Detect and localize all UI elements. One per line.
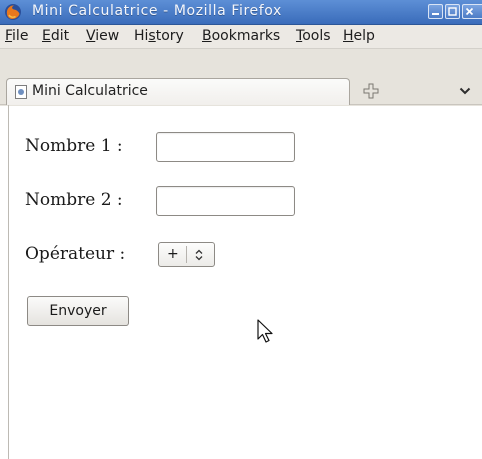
- window-titlebar[interactable]: Mini Calculatrice - Mozilla Firefox: [0, 0, 482, 25]
- minimize-icon: [432, 13, 439, 15]
- page-icon: [15, 85, 27, 99]
- nombre2-input[interactable]: [156, 186, 295, 216]
- firefox-icon: [5, 4, 21, 20]
- chevron-down-icon[interactable]: [458, 84, 472, 98]
- operateur-label: Opérateur :: [25, 244, 126, 264]
- menu-file[interactable]: File: [5, 28, 28, 44]
- tab-mini-calculatrice[interactable]: Mini Calculatrice: [6, 78, 350, 105]
- menu-view[interactable]: View: [86, 28, 119, 44]
- operator-select[interactable]: +: [158, 242, 215, 267]
- envoyer-button[interactable]: Envoyer: [27, 296, 129, 326]
- mouse-cursor-icon: [257, 319, 273, 343]
- close-button[interactable]: [462, 4, 482, 19]
- close-icon: [465, 7, 474, 16]
- select-divider: [186, 246, 187, 263]
- maximize-button[interactable]: [445, 4, 460, 19]
- menu-tools[interactable]: Tools: [296, 28, 331, 44]
- minimize-button[interactable]: [428, 4, 443, 19]
- window-title: Mini Calculatrice - Mozilla Firefox: [32, 3, 282, 19]
- plus-icon[interactable]: [362, 82, 380, 100]
- menu-bar: File Edit View History Bookmarks Tools H…: [0, 25, 482, 49]
- up-down-arrows-icon: [195, 249, 203, 261]
- maximize-icon: [448, 7, 457, 16]
- content-border: [8, 105, 9, 459]
- tab-label: Mini Calculatrice: [32, 83, 148, 99]
- nombre2-label: Nombre 2 :: [25, 190, 123, 210]
- menu-edit[interactable]: Edit: [42, 28, 69, 44]
- nombre1-label: Nombre 1 :: [25, 136, 123, 156]
- operator-selected-value: +: [167, 246, 179, 262]
- menu-history[interactable]: History: [134, 28, 184, 44]
- menu-help[interactable]: Help: [343, 28, 375, 44]
- nombre1-input[interactable]: [156, 132, 295, 162]
- menu-bookmarks[interactable]: Bookmarks: [202, 28, 280, 44]
